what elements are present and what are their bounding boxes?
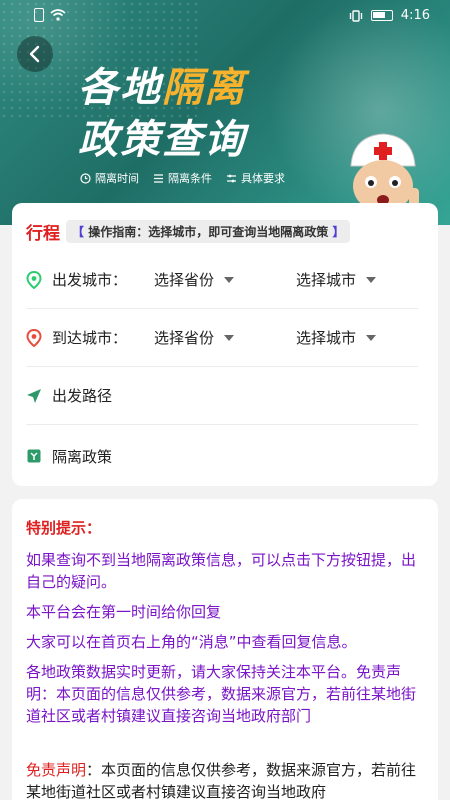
caret-down-icon — [224, 276, 235, 283]
battery-icon — [370, 10, 393, 21]
location-pin-green-icon — [26, 270, 42, 289]
tag-conditions: 隔离条件 — [153, 170, 212, 186]
caret-down-icon — [366, 334, 377, 341]
disclaimer-paragraph: 免责声明：本页面的信息仅供参考，数据来源官方，若前往某地街道社区或者村镇建议直接… — [26, 759, 430, 800]
banner-tags: 隔离时间 隔离条件 具体要求 — [80, 170, 285, 186]
vibrate-icon — [349, 9, 362, 22]
banner-title: 各地隔离 政策查询 — [78, 65, 246, 163]
notice-card: 特别提示： 如果查询不到当地隔离政策信息，可以点击下方按钮提，出自己的疑问。 本… — [12, 499, 438, 800]
notice-paragraph-1: 如果查询不到当地隔离政策信息，可以点击下方按钮提，出自己的疑问。 — [26, 551, 417, 591]
status-bar: 4:16 — [0, 0, 450, 32]
back-button[interactable] — [17, 36, 53, 72]
notice-title: 特别提示： — [26, 519, 102, 537]
route-row[interactable]: 出发路径 — [26, 367, 418, 425]
departure-row: 出发城市： 选择省份 选择城市 — [26, 251, 418, 309]
caret-down-icon — [224, 334, 235, 341]
wifi-icon — [50, 9, 66, 21]
trip-header: 行程 【 操作指南：选择城市，即可查询当地隔离政策 】 — [26, 219, 351, 244]
navigation-arrow-icon — [27, 388, 41, 403]
tag-requirements: 具体要求 — [226, 170, 285, 186]
departure-city-select[interactable]: 选择城市 — [296, 269, 377, 290]
sim-icon — [34, 8, 44, 22]
arrival-label: 到达城市： — [52, 329, 128, 347]
policy-label: 隔离政策 — [52, 447, 113, 466]
trip-title: 行程 — [26, 224, 60, 244]
arrival-province-select[interactable]: 选择省份 — [154, 327, 235, 348]
location-pin-red-icon — [26, 328, 42, 347]
notice-paragraph-3: 大家可以在首页右上角的“消息”中查看回复信息。 — [26, 633, 357, 651]
policy-row[interactable]: 隔离政策 — [26, 427, 418, 485]
tag-time: 隔离时间 — [80, 170, 139, 186]
departure-label: 出发城市： — [52, 271, 128, 289]
notice-paragraph-2: 本平台会在第一时间给你回复 — [26, 603, 222, 621]
operation-guide: 【 操作指南：选择城市，即可查询当地隔离政策 】 — [66, 220, 351, 243]
disclaimer-label: 免责声明 — [26, 761, 87, 779]
caret-down-icon — [366, 276, 377, 283]
trip-card: 行程 【 操作指南：选择城市，即可查询当地隔离政策 】 出发城市： 选择省份 选… — [12, 203, 438, 486]
sliders-icon — [227, 174, 236, 182]
chevron-left-icon — [29, 45, 40, 63]
arrival-row: 到达城市： 选择省份 选择城市 — [26, 309, 418, 367]
notice-paragraph-4: 各地政策数据实时更新，请大家保持关注本平台。免责声明：本页面的信息仅供参考，数据… — [26, 663, 417, 725]
clock-icon — [80, 172, 91, 184]
policy-document-icon — [27, 449, 41, 463]
header-banner: 4:16 各地隔离 政策查询 隔离时间 隔离条件 具体要求 — [0, 0, 450, 225]
route-label: 出发路径 — [52, 387, 113, 405]
list-icon — [154, 173, 163, 183]
status-time: 4:16 — [400, 8, 430, 23]
departure-province-select[interactable]: 选择省份 — [154, 269, 235, 290]
arrival-city-select[interactable]: 选择城市 — [296, 327, 377, 348]
